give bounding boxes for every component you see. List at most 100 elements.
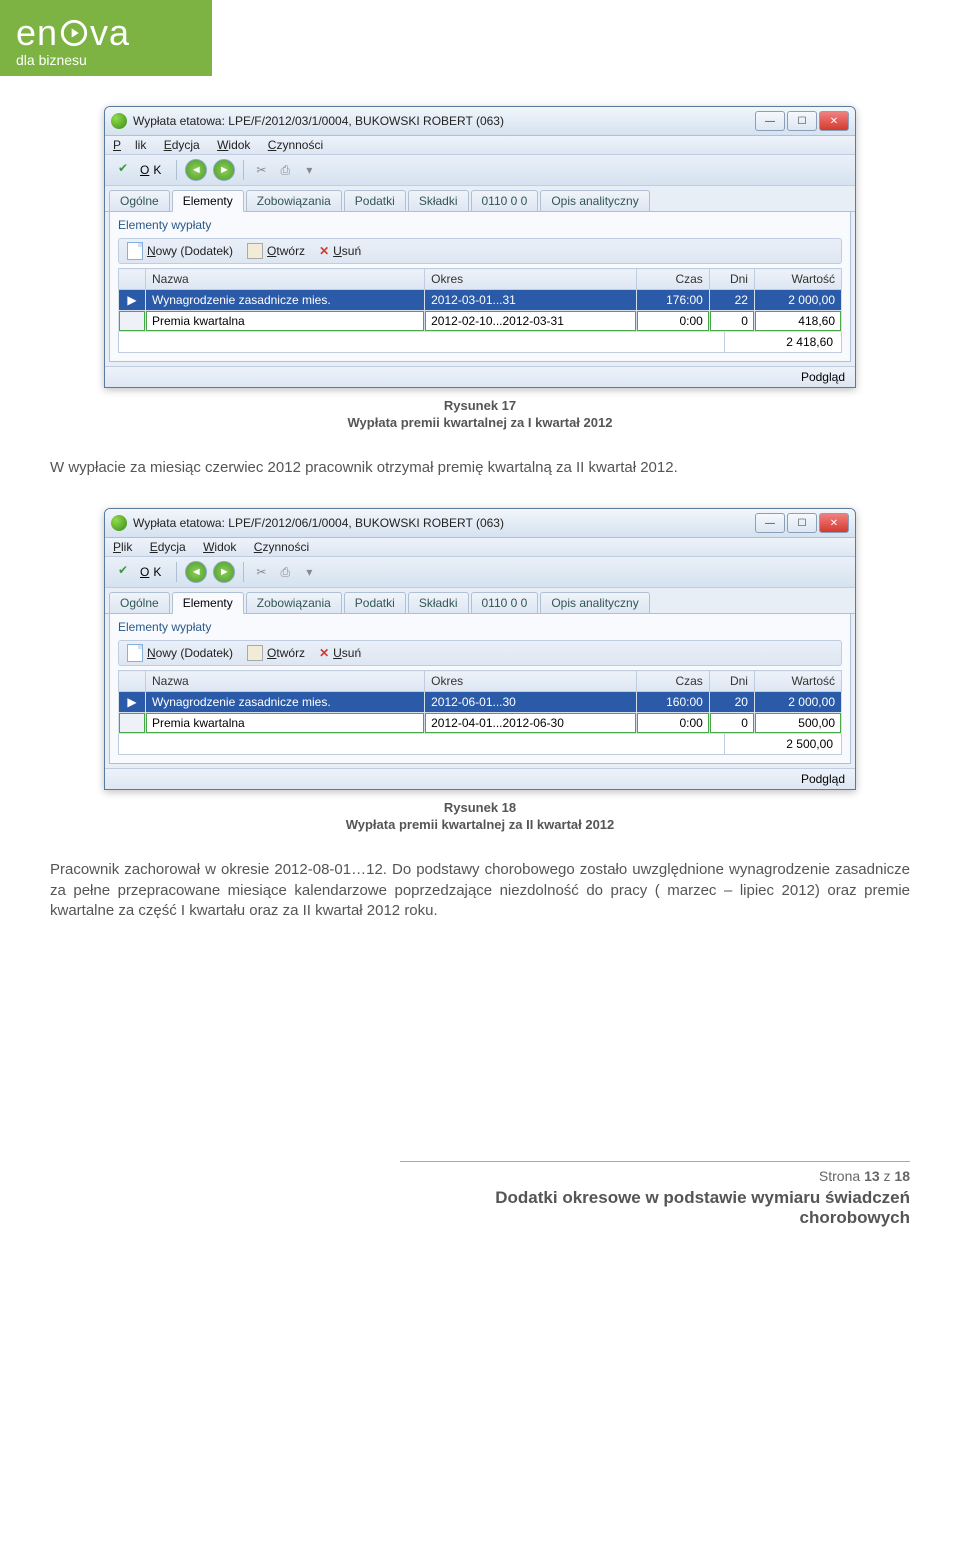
col-czas[interactable]: Czas — [637, 671, 709, 692]
total-value: 2 418,60 — [724, 332, 841, 352]
nav-back-button[interactable]: ◄ — [185, 561, 207, 583]
menu-czynnosci[interactable]: Czynności — [254, 540, 309, 554]
tools-icon[interactable]: ✂ — [252, 161, 270, 179]
group-label: Elementy wypłaty — [118, 620, 842, 634]
ok-button[interactable]: ✔ OK — [111, 560, 168, 584]
tools-icon[interactable]: ✂ — [252, 563, 270, 581]
new-button[interactable]: Nowy (Dodatek) — [127, 644, 233, 662]
minimize-button[interactable]: — — [755, 111, 785, 131]
table-row[interactable]: ▶ Wynagrodzenie zasadnicze mies. 2012-06… — [119, 692, 842, 713]
cell-okres: 2012-02-10...2012-03-31 — [425, 311, 637, 332]
col-marker[interactable] — [119, 671, 146, 692]
cell-nazwa: Premia kwartalna — [146, 713, 425, 734]
table-row[interactable]: Premia kwartalna 2012-04-01...2012-06-30… — [119, 713, 842, 734]
row-marker: ▶ — [119, 692, 146, 713]
tab-strip: Ogólne Elementy Zobowiązania Podatki Skł… — [105, 588, 855, 614]
body-paragraph: W wypłacie za miesiąc czerwiec 2012 prac… — [50, 458, 910, 478]
preview-button[interactable]: Podgląd — [801, 772, 845, 786]
print-icon[interactable]: ⎙ — [276, 563, 294, 581]
divider — [243, 160, 244, 180]
dropdown-icon[interactable]: ▾ — [300, 563, 318, 581]
open-icon — [247, 243, 263, 259]
panel-toolbar: Nowy (Dodatek) Otwórz ✕Usuń — [118, 640, 842, 666]
tab-zobowiazania[interactable]: Zobowiązania — [246, 592, 342, 613]
menu-widok[interactable]: Widok — [203, 540, 236, 554]
delete-button[interactable]: ✕Usuń — [319, 646, 361, 660]
col-marker[interactable] — [119, 269, 146, 290]
open-icon — [247, 645, 263, 661]
col-wartosc[interactable]: Wartość — [754, 269, 841, 290]
figure-number: Rysunek 17 — [50, 398, 910, 413]
open-button[interactable]: Otwórz — [247, 243, 305, 259]
nav-forward-button[interactable]: ► — [213, 561, 235, 583]
close-button[interactable]: ✕ — [819, 513, 849, 533]
tab-podatki[interactable]: Podatki — [344, 190, 406, 211]
delete-button[interactable]: ✕Usuń — [319, 244, 361, 258]
menu-czynnosci[interactable]: Czynności — [268, 138, 323, 152]
menu-edycja[interactable]: Edycja — [150, 540, 186, 554]
tab-ogolne[interactable]: Ogólne — [109, 190, 170, 211]
toolbar: ✔ OK ◄ ► ✂ ⎙ ▾ — [105, 155, 855, 186]
doc-icon — [127, 644, 143, 662]
tab-opis[interactable]: Opis analityczny — [540, 592, 649, 613]
menu-widok[interactable]: Widok — [217, 138, 250, 152]
menu-plik[interactable]: Plik — [113, 540, 132, 554]
cell-wartosc: 2 000,00 — [754, 692, 841, 713]
check-icon: ✔ — [118, 161, 136, 179]
new-button[interactable]: Nowy (Dodatek) — [127, 242, 233, 260]
tab-elementy[interactable]: Elementy — [172, 592, 244, 614]
close-button[interactable]: ✕ — [819, 111, 849, 131]
figure-number: Rysunek 18 — [50, 800, 910, 815]
body-paragraph: Pracownik zachorował w okresie 2012-08-0… — [50, 860, 910, 921]
preview-button[interactable]: Podgląd — [801, 370, 845, 384]
elements-panel: Elementy wypłaty Nowy (Dodatek) Otwórz ✕… — [109, 212, 851, 362]
brand-name: enva — [16, 12, 196, 54]
elements-panel: Elementy wypłaty Nowy (Dodatek) Otwórz ✕… — [109, 614, 851, 764]
col-dni[interactable]: Dni — [709, 671, 754, 692]
play-icon — [59, 18, 89, 48]
tab-0110[interactable]: 0110 0 0 — [471, 592, 539, 613]
toolbar: ✔ OK ◄ ► ✂ ⎙ ▾ — [105, 557, 855, 588]
col-nazwa[interactable]: Nazwa — [146, 269, 425, 290]
table-row[interactable]: ▶ Wynagrodzenie zasadnicze mies. 2012-03… — [119, 290, 842, 311]
maximize-button[interactable]: ☐ — [787, 111, 817, 131]
open-button[interactable]: Otwórz — [247, 645, 305, 661]
menu-plik[interactable]: Plik — [113, 138, 146, 152]
cell-czas: 160:00 — [637, 692, 709, 713]
table-row[interactable]: Premia kwartalna 2012-02-10...2012-03-31… — [119, 311, 842, 332]
tab-opis[interactable]: Opis analityczny — [540, 190, 649, 211]
x-icon: ✕ — [319, 244, 329, 258]
cell-dni: 0 — [709, 311, 754, 332]
col-nazwa[interactable]: Nazwa — [146, 671, 425, 692]
ok-button[interactable]: ✔ OK — [111, 158, 168, 182]
nav-forward-button[interactable]: ► — [213, 159, 235, 181]
minimize-button[interactable]: — — [755, 513, 785, 533]
tab-0110[interactable]: 0110 0 0 — [471, 190, 539, 211]
tab-skladki[interactable]: Składki — [408, 592, 469, 613]
col-okres[interactable]: Okres — [425, 671, 637, 692]
total-row: 2 418,60 — [118, 332, 842, 353]
titlebar[interactable]: Wypłata etatowa: LPE/F/2012/03/1/0004, B… — [105, 107, 855, 136]
tab-skladki[interactable]: Składki — [408, 190, 469, 211]
tab-ogolne[interactable]: Ogólne — [109, 592, 170, 613]
print-icon[interactable]: ⎙ — [276, 161, 294, 179]
nav-back-button[interactable]: ◄ — [185, 159, 207, 181]
cell-czas: 176:00 — [637, 290, 709, 311]
dropdown-icon[interactable]: ▾ — [300, 161, 318, 179]
divider — [176, 562, 177, 582]
statusbar: Podgląd — [105, 768, 855, 789]
col-okres[interactable]: Okres — [425, 269, 637, 290]
menu-edycja[interactable]: Edycja — [164, 138, 200, 152]
app-icon — [111, 515, 127, 531]
tab-zobowiazania[interactable]: Zobowiązania — [246, 190, 342, 211]
col-dni[interactable]: Dni — [709, 269, 754, 290]
col-czas[interactable]: Czas — [637, 269, 709, 290]
maximize-button[interactable]: ☐ — [787, 513, 817, 533]
tab-podatki[interactable]: Podatki — [344, 592, 406, 613]
col-wartosc[interactable]: Wartość — [754, 671, 841, 692]
divider — [176, 160, 177, 180]
titlebar[interactable]: Wypłata etatowa: LPE/F/2012/06/1/0004, B… — [105, 509, 855, 538]
tab-elementy[interactable]: Elementy — [172, 190, 244, 212]
menu-bar: Plik Edycja Widok Czynności — [105, 538, 855, 557]
group-label: Elementy wypłaty — [118, 218, 842, 232]
